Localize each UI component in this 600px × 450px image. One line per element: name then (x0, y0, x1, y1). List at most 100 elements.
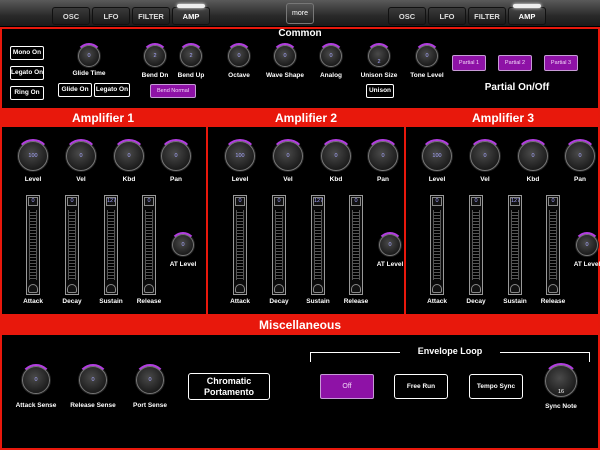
amp1-level-knob[interactable]: 100 (16, 139, 50, 171)
amp1-kbd-knob[interactable]: 0 (112, 139, 146, 171)
amp3-level-knob[interactable]: 100 (420, 139, 454, 171)
sync-note-label: Sync Note (545, 403, 577, 410)
octave-label: Octave (228, 72, 250, 79)
amp1-level-label: Level (24, 176, 42, 183)
sync-note-knob[interactable]: 16 (543, 363, 579, 397)
knob-value: 0 (174, 153, 178, 159)
amp3-attack-slider[interactable]: 0 (430, 195, 444, 295)
knob-value: 0 (585, 242, 589, 248)
knob-value: 2 (189, 53, 193, 59)
partial-2-button[interactable]: Partial 2 (498, 55, 532, 71)
amp1-release-slider[interactable]: 0 (142, 195, 156, 295)
slider-value: 0 (144, 197, 154, 206)
slider-handle[interactable] (471, 284, 481, 293)
tab-filter-right[interactable]: FILTER (468, 7, 506, 25)
amp2-attack-slider[interactable]: 0 (233, 195, 247, 295)
unison-size-label: Unison Size (360, 72, 398, 79)
amp2-kbd-knob[interactable]: 0 (319, 139, 353, 171)
partial-3-button[interactable]: Partial 3 (544, 55, 578, 71)
loop-off-button[interactable]: Off (320, 374, 374, 399)
slider-handle[interactable] (274, 284, 284, 293)
port-sense-knob[interactable]: 0 (134, 364, 166, 394)
octave-knob[interactable]: 0 (226, 43, 252, 67)
partial-1-button[interactable]: Partial 1 (452, 55, 486, 71)
more-button[interactable]: more (286, 3, 314, 24)
slider-handle[interactable] (28, 284, 38, 293)
amp1-attack-slider[interactable]: 0 (26, 195, 40, 295)
tab-lfo-left[interactable]: LFO (92, 7, 130, 25)
unison-size-knob[interactable]: 2 (366, 43, 392, 67)
slider-handle[interactable] (313, 284, 323, 293)
slider-handle[interactable] (106, 284, 116, 293)
slider-handle[interactable] (510, 284, 520, 293)
knob-value: 0 (34, 377, 38, 383)
amp1-at-level-knob[interactable]: 0 (170, 232, 196, 256)
slider-handle[interactable] (548, 284, 558, 293)
slider-value: 0 (274, 197, 284, 206)
analog-knob[interactable]: 0 (318, 43, 344, 67)
knob-value: 2 (377, 58, 381, 65)
amp1-kbd-label: Kbd (122, 176, 136, 183)
amp3-attack-label: Attack (427, 298, 447, 305)
slider-handle[interactable] (432, 284, 442, 293)
amp3-decay-slider[interactable]: 0 (469, 195, 483, 295)
tone-level-knob[interactable]: 0 (414, 43, 440, 67)
amp1-vel-knob[interactable]: 0 (64, 139, 98, 171)
bend-dn-knob[interactable]: 2 (142, 43, 168, 67)
ring-on-button[interactable]: Ring On (10, 86, 44, 100)
amp2-release-label: Release (343, 298, 369, 305)
legato-on-button[interactable]: Legato On (10, 66, 44, 80)
slider-value: 127 (106, 197, 117, 206)
amplifier-1-title: Amplifier 1 (0, 110, 206, 127)
tab-lfo-right[interactable]: LFO (428, 7, 466, 25)
knob-value: 0 (578, 153, 582, 159)
amp2-vel-knob[interactable]: 0 (271, 139, 305, 171)
amp3-at-level-knob[interactable]: 0 (574, 232, 600, 256)
loop-free-run-button[interactable]: Free Run (394, 374, 448, 399)
loop-tempo-sync-button[interactable]: Tempo Sync (469, 374, 523, 399)
unison-button[interactable]: Unison (366, 84, 394, 98)
chromatic-portamento-button[interactable]: Chromatic Portamento (188, 373, 270, 400)
tab-amp-right[interactable]: AMP (508, 4, 546, 25)
amp2-pan-knob[interactable]: 0 (366, 139, 400, 171)
amp2-level-knob[interactable]: 100 (223, 139, 257, 171)
slider-handle[interactable] (351, 284, 361, 293)
amp1-pan-knob[interactable]: 0 (159, 139, 193, 171)
mono-on-button[interactable]: Mono On (10, 46, 44, 60)
tab-amp-left[interactable]: AMP (172, 4, 210, 25)
bend-up-knob[interactable]: 2 (178, 43, 204, 67)
amp2-pan-label: Pan (377, 176, 389, 183)
wave-shape-knob[interactable]: 0 (272, 43, 298, 67)
tab-osc-left[interactable]: OSC (52, 7, 90, 25)
amp2-sustain-slider[interactable]: 127 (311, 195, 325, 295)
amp2-sustain-label: Sustain (306, 298, 330, 305)
release-sense-label: Release Sense (70, 402, 116, 409)
tab-osc-right[interactable]: OSC (388, 7, 426, 25)
glide-on-button[interactable]: Glide On (58, 83, 92, 97)
amp3-vel-knob[interactable]: 0 (468, 139, 502, 171)
bend-normal-button[interactable]: Bend Normal (150, 84, 196, 98)
amp2-release-slider[interactable]: 0 (349, 195, 363, 295)
glide-time-knob[interactable]: 0 (76, 43, 102, 67)
knob-value: 16 (557, 388, 565, 395)
slider-handle[interactable] (67, 284, 77, 293)
chromatic-line1: Chromatic (206, 376, 252, 386)
legato-on-button-2[interactable]: Legato On (94, 83, 130, 97)
knob-value: 0 (79, 153, 83, 159)
attack-sense-knob[interactable]: 0 (20, 364, 52, 394)
amp1-sustain-slider[interactable]: 127 (104, 195, 118, 295)
knob-value: 2 (153, 53, 157, 59)
amp1-at-level-label: AT Level (169, 261, 197, 268)
slider-handle[interactable] (144, 284, 154, 293)
slider-handle[interactable] (235, 284, 245, 293)
amp3-sustain-slider[interactable]: 127 (508, 195, 522, 295)
amp3-release-slider[interactable]: 0 (546, 195, 560, 295)
amp2-at-level-knob[interactable]: 0 (377, 232, 403, 256)
amp3-pan-label: Pan (574, 176, 586, 183)
amp3-pan-knob[interactable]: 0 (563, 139, 597, 171)
tab-filter-left[interactable]: FILTER (132, 7, 170, 25)
amp2-decay-slider[interactable]: 0 (272, 195, 286, 295)
amp1-decay-slider[interactable]: 0 (65, 195, 79, 295)
amp3-kbd-knob[interactable]: 0 (516, 139, 550, 171)
release-sense-knob[interactable]: 0 (77, 364, 109, 394)
